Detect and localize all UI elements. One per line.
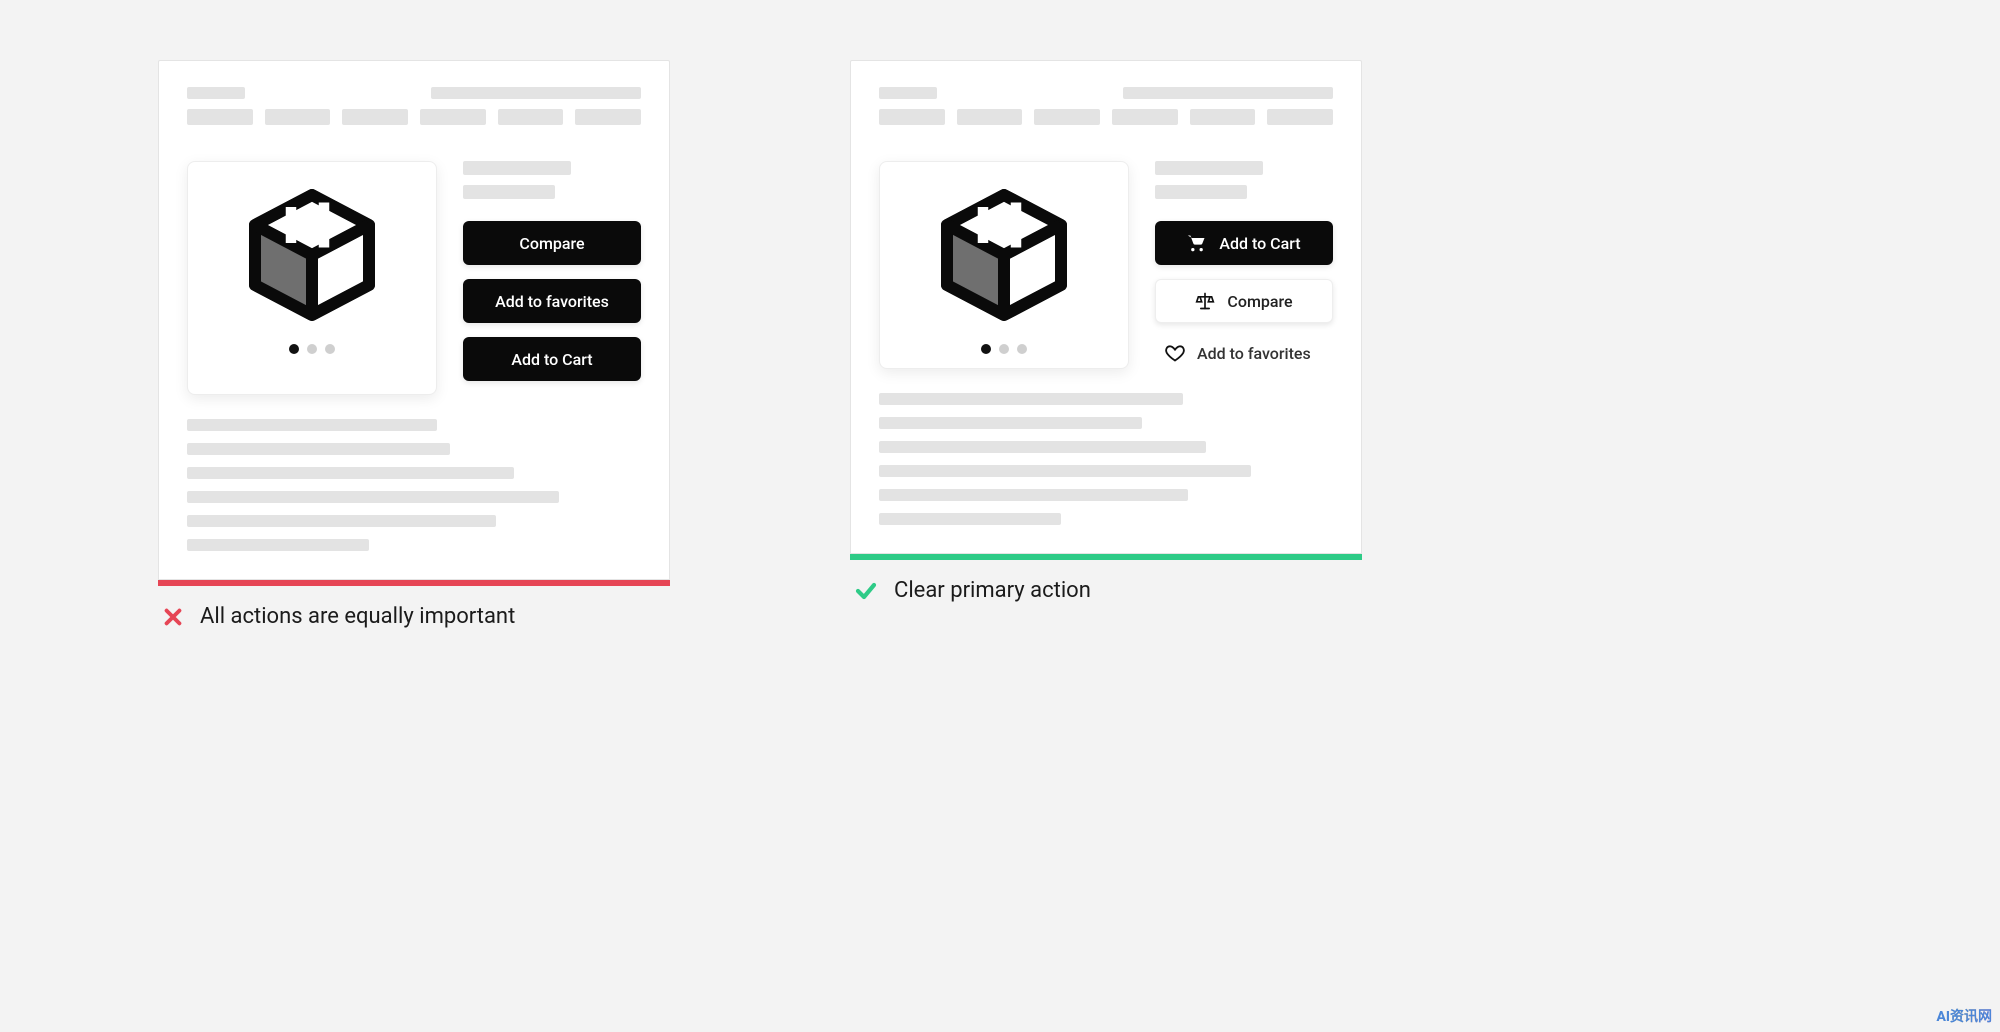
skeleton-bar	[431, 87, 641, 99]
favorites-button[interactable]: Add to favorites	[463, 279, 641, 323]
favorites-link[interactable]: Add to favorites	[1155, 337, 1333, 369]
skeleton-bar	[1190, 109, 1256, 125]
skeleton-bar	[879, 489, 1188, 501]
skeleton-bar	[1112, 109, 1178, 125]
skeleton-bar	[187, 491, 559, 503]
skeleton-bar	[1034, 109, 1100, 125]
comparison-container: Compare Add to favorites Add to Cart	[80, 60, 1440, 629]
button-label: Add to Cart	[511, 350, 592, 369]
skeleton-bar	[265, 109, 331, 125]
button-label: Add to Cart	[1219, 234, 1300, 253]
caption-text: All actions are equally important	[200, 604, 515, 629]
skeleton-bar	[342, 109, 408, 125]
compare-button[interactable]: Compare	[463, 221, 641, 265]
good-caption: Clear primary action	[850, 578, 1362, 603]
product-image-card	[879, 161, 1129, 369]
skeleton-bar	[187, 419, 437, 431]
watermark: AI资讯网	[1936, 1006, 1992, 1026]
cart-button[interactable]: Add to Cart	[463, 337, 641, 381]
dot-3[interactable]	[1017, 344, 1027, 354]
dot-2[interactable]	[307, 344, 317, 354]
skeleton-bar	[879, 87, 937, 99]
skeleton-bar	[575, 109, 641, 125]
product-row: Add to Cart Compare	[879, 161, 1333, 369]
check-icon	[854, 579, 878, 603]
button-label: Compare	[519, 234, 584, 253]
package-icon	[237, 180, 387, 330]
nav-row	[879, 109, 1333, 125]
heart-icon	[1165, 343, 1185, 363]
dot-1[interactable]	[981, 344, 991, 354]
skeleton-bar	[187, 467, 514, 479]
carousel-dots	[289, 344, 335, 354]
dot-2[interactable]	[999, 344, 1009, 354]
good-example: Add to Cart Compare	[850, 60, 1362, 603]
status-bar-good	[850, 554, 1362, 560]
skeleton-bar	[187, 109, 253, 125]
skeleton-bar	[879, 109, 945, 125]
button-label: Add to favorites	[495, 292, 609, 311]
package-icon	[929, 180, 1079, 330]
carousel-dots	[981, 344, 1027, 354]
caption-text: Clear primary action	[894, 578, 1091, 603]
header-row	[879, 87, 1333, 99]
bad-example: Compare Add to favorites Add to Cart	[158, 60, 670, 629]
skeleton-bar	[498, 109, 564, 125]
header-row	[187, 87, 641, 99]
button-label: Compare	[1227, 292, 1292, 311]
skeleton-bar	[1155, 161, 1263, 175]
product-image-card	[187, 161, 437, 395]
skeleton-bar	[879, 441, 1206, 453]
actions-column: Add to Cart Compare	[1155, 161, 1333, 369]
good-card: Add to Cart Compare	[850, 60, 1362, 554]
status-bar-bad	[158, 580, 670, 586]
skeleton-bar	[879, 417, 1142, 429]
skeleton-bar	[879, 513, 1061, 525]
dot-3[interactable]	[325, 344, 335, 354]
skeleton-bar	[463, 185, 555, 199]
scales-icon	[1195, 291, 1215, 311]
body-skeleton	[187, 419, 641, 551]
skeleton-bar	[1123, 87, 1333, 99]
actions-column: Compare Add to favorites Add to Cart	[463, 161, 641, 395]
cart-icon	[1187, 233, 1207, 253]
compare-button[interactable]: Compare	[1155, 279, 1333, 323]
skeleton-bar	[879, 465, 1251, 477]
skeleton-bar	[879, 393, 1183, 405]
skeleton-bar	[187, 515, 496, 527]
product-row: Compare Add to favorites Add to Cart	[187, 161, 641, 395]
skeleton-bar	[1155, 185, 1247, 199]
body-skeleton	[879, 393, 1333, 525]
cart-button[interactable]: Add to Cart	[1155, 221, 1333, 265]
dot-1[interactable]	[289, 344, 299, 354]
skeleton-bar	[420, 109, 486, 125]
nav-row	[187, 109, 641, 125]
skeleton-bar	[187, 87, 245, 99]
skeleton-bar	[463, 161, 571, 175]
bad-card: Compare Add to favorites Add to Cart	[158, 60, 670, 580]
title-skeleton	[463, 161, 641, 199]
cross-icon	[162, 606, 184, 628]
bad-caption: All actions are equally important	[158, 604, 670, 629]
skeleton-bar	[187, 539, 369, 551]
title-skeleton	[1155, 161, 1333, 199]
skeleton-bar	[187, 443, 450, 455]
link-label: Add to favorites	[1197, 344, 1311, 363]
skeleton-bar	[1267, 109, 1333, 125]
skeleton-bar	[957, 109, 1023, 125]
